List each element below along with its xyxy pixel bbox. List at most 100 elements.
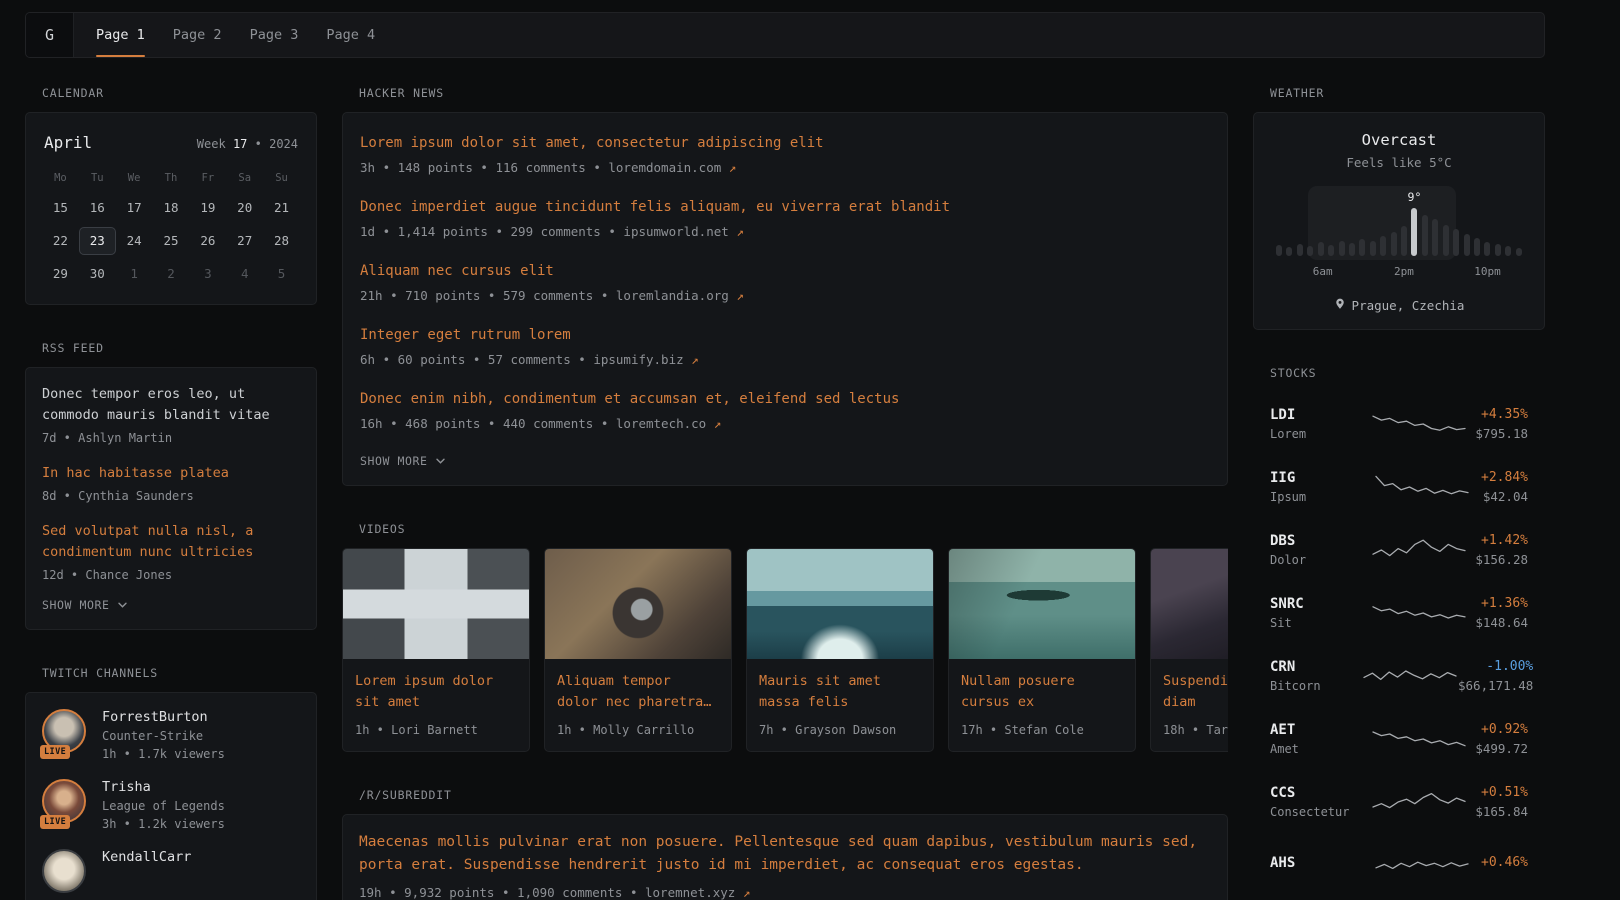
stock-change: +1.36% <box>1475 596 1528 611</box>
hacker-news-list: Lorem ipsum dolor sit amet, consectetur … <box>360 132 1210 431</box>
twitch-channel-row[interactable]: LIVE ForrestBurton Counter-Strike 1h • 1… <box>42 709 300 761</box>
video-body: Nullam posuere cursus ex 17h • Stefan Co… <box>949 659 1135 751</box>
video-card[interactable]: Mauris sit amet massa felis 7h • Grayson… <box>746 548 934 752</box>
weather-bar <box>1422 215 1428 256</box>
video-card[interactable]: Lorem ipsum dolor sit amet consectetu… 1… <box>342 548 530 752</box>
video-card[interactable]: Aliquam tempor dolor nec pharetra… 1h • … <box>544 548 732 752</box>
video-card[interactable]: Suspendisse diam 18h • Tara <box>1150 548 1228 752</box>
stock-name: Amet <box>1270 742 1362 756</box>
item-meta-text: 16h • 468 points • 440 comments <box>360 416 593 431</box>
video-title: Aliquam tempor dolor nec pharetra… <box>557 671 719 713</box>
hacker-news-item-title[interactable]: Donec enim nibh, condimentum et accumsan… <box>360 388 1210 410</box>
channel-game: Counter-Strike <box>102 729 225 743</box>
avatar-wrap <box>42 849 88 895</box>
weather-widget: WEATHER Overcast Feels like 5°C <box>1253 86 1545 330</box>
hacker-news-item-meta: 16h • 468 points • 440 comments • loremt… <box>360 416 1210 431</box>
calendar-day: 3 <box>189 260 226 288</box>
page-tab[interactable]: Page 3 <box>250 13 299 57</box>
subreddit-post-link[interactable]: loremnet.xyz ↗ <box>645 885 750 900</box>
rss-item-title[interactable]: Sed volutpat nulla nisl, a condimentum n… <box>42 521 300 563</box>
item-domain-link[interactable]: ipsumify.biz ↗ <box>593 352 698 367</box>
stock-price: $795.18 <box>1475 426 1528 441</box>
hacker-news-item: Donec enim nibh, condimentum et accumsan… <box>360 388 1210 431</box>
stock-row: LDI Lorem +4.35% $795.18 <box>1253 392 1545 455</box>
hacker-news-item-title[interactable]: Integer eget rutrum lorem <box>360 324 1210 346</box>
location-text: Prague, Czechia <box>1352 298 1465 313</box>
page-tab[interactable]: Page 4 <box>326 13 375 57</box>
item-domain-link[interactable]: loremlandia.org ↗ <box>616 288 744 303</box>
channel-name: ForrestBurton <box>102 709 225 725</box>
video-thumbnail <box>545 549 731 659</box>
twitch-channel-row[interactable]: KendallCarr <box>42 849 300 895</box>
hacker-news-item-title[interactable]: Donec imperdiet augue tincidunt felis al… <box>360 196 1210 218</box>
calendar-weekday-label: Sa <box>226 168 263 188</box>
rss-item-title[interactable]: Donec tempor eros leo, ut commodo mauris… <box>42 384 300 426</box>
rss-item: Donec tempor eros leo, ut commodo mauris… <box>42 384 300 445</box>
weather-widget-title: WEATHER <box>1270 86 1545 100</box>
stocks-list: LDI Lorem +4.35% $795.18 IIG Ipsum +2.84… <box>1253 392 1545 896</box>
stock-values: +0.46% <box>1481 855 1528 874</box>
hacker-news-widget-title: HACKER NEWS <box>359 86 1228 100</box>
channel-viewers: 3h • 1.2k viewers <box>102 817 225 831</box>
avatar <box>42 849 86 893</box>
stocks-widget-title: STOCKS <box>1270 366 1545 380</box>
page-tabs: Page 1 Page 2 Page 3 Page 4 <box>96 13 375 57</box>
page-tab[interactable]: Page 1 <box>96 13 145 57</box>
channel-info: KendallCarr <box>102 849 191 895</box>
stock-values: -1.00% $66,171.48 <box>1458 659 1533 693</box>
weather-location: Prague, Czechia <box>1270 297 1528 313</box>
weather-bar <box>1484 242 1490 256</box>
video-title: Lorem ipsum dolor sit amet consectetu… <box>355 671 517 713</box>
rss-item-title[interactable]: In hac habitasse platea <box>42 463 300 484</box>
chevron-down-icon <box>117 600 128 610</box>
stock-name: Consectetur <box>1270 805 1362 819</box>
item-domain-link[interactable]: loremdomain.com ↗ <box>608 160 736 175</box>
top-navigation-bar: G Page 1Page 2Page 3Page 4 <box>25 12 1545 58</box>
weather-bar <box>1349 243 1355 256</box>
calendar-year: 2024 <box>269 137 298 151</box>
item-domain: loremlandia.org <box>616 288 729 303</box>
page-tab[interactable]: Page 2 <box>173 13 222 57</box>
video-title: Nullam posuere cursus ex <box>961 671 1123 713</box>
stock-values: +0.51% $165.84 <box>1475 785 1528 819</box>
hacker-news-item: Lorem ipsum dolor sit amet, consectetur … <box>360 132 1210 175</box>
calendar-weekday-label: Su <box>263 168 300 188</box>
item-domain-link[interactable]: ipsumworld.net ↗ <box>623 224 743 239</box>
calendar-day: 25 <box>153 227 190 255</box>
hacker-news-item-title[interactable]: Lorem ipsum dolor sit amet, consectetur … <box>360 132 1210 154</box>
stock-symbol: DBS <box>1270 533 1362 549</box>
subreddit-post-title[interactable]: Maecenas mollis pulvinar erat non posuer… <box>359 831 1211 877</box>
stocks-widget: STOCKS LDI Lorem +4.35% $795.18 IIG Ipsu… <box>1253 366 1545 896</box>
chevron-down-icon <box>435 456 446 466</box>
hacker-news-item-meta: 21h • 710 points • 579 comments • loreml… <box>360 288 1210 303</box>
videos-row[interactable]: Lorem ipsum dolor sit amet consectetu… 1… <box>342 548 1228 752</box>
video-thumbnail <box>343 549 529 659</box>
twitch-channel-row[interactable]: LIVE Trisha League of Legends 3h • 1.2k … <box>42 779 300 831</box>
hacker-news-item-title[interactable]: Aliquam nec cursus elit <box>360 260 1210 282</box>
external-link-icon: ↗ <box>743 885 751 900</box>
hacker-news-item-meta: 6h • 60 points • 57 comments • ipsumify.… <box>360 352 1210 367</box>
stock-sparkline <box>1362 722 1475 756</box>
stock-name: Ipsum <box>1270 490 1362 504</box>
calendar-day: 23 <box>79 227 116 255</box>
hacker-news-item: Donec imperdiet augue tincidunt felis al… <box>360 196 1210 239</box>
stock-sparkline <box>1362 659 1458 693</box>
video-title: Mauris sit amet massa felis <box>759 671 921 713</box>
item-domain-link[interactable]: loremtech.co ↗ <box>616 416 721 431</box>
stock-row: AHS +0.46% <box>1253 833 1545 896</box>
stock-price: $165.84 <box>1475 804 1528 819</box>
stock-symbol: SNRC <box>1270 596 1362 612</box>
calendar-day: 29 <box>42 260 79 288</box>
weather-bar <box>1318 242 1324 256</box>
rss-item-meta: 8d • Cynthia Saunders <box>42 489 300 503</box>
external-link-icon: ↗ <box>691 352 699 367</box>
stock-sparkline <box>1362 596 1475 630</box>
calendar-weekday-label: We <box>116 168 153 188</box>
video-title: Suspendisse diam <box>1163 671 1228 713</box>
rss-show-more-button[interactable]: SHOW MORE <box>42 598 128 612</box>
video-card[interactable]: Nullam posuere cursus ex 17h • Stefan Co… <box>948 548 1136 752</box>
hacker-news-show-more-button[interactable]: SHOW MORE <box>360 454 446 468</box>
stock-values: +0.92% $499.72 <box>1475 722 1528 756</box>
weather-bar <box>1505 246 1511 256</box>
stock-row: SNRC Sit +1.36% $148.64 <box>1253 581 1545 644</box>
